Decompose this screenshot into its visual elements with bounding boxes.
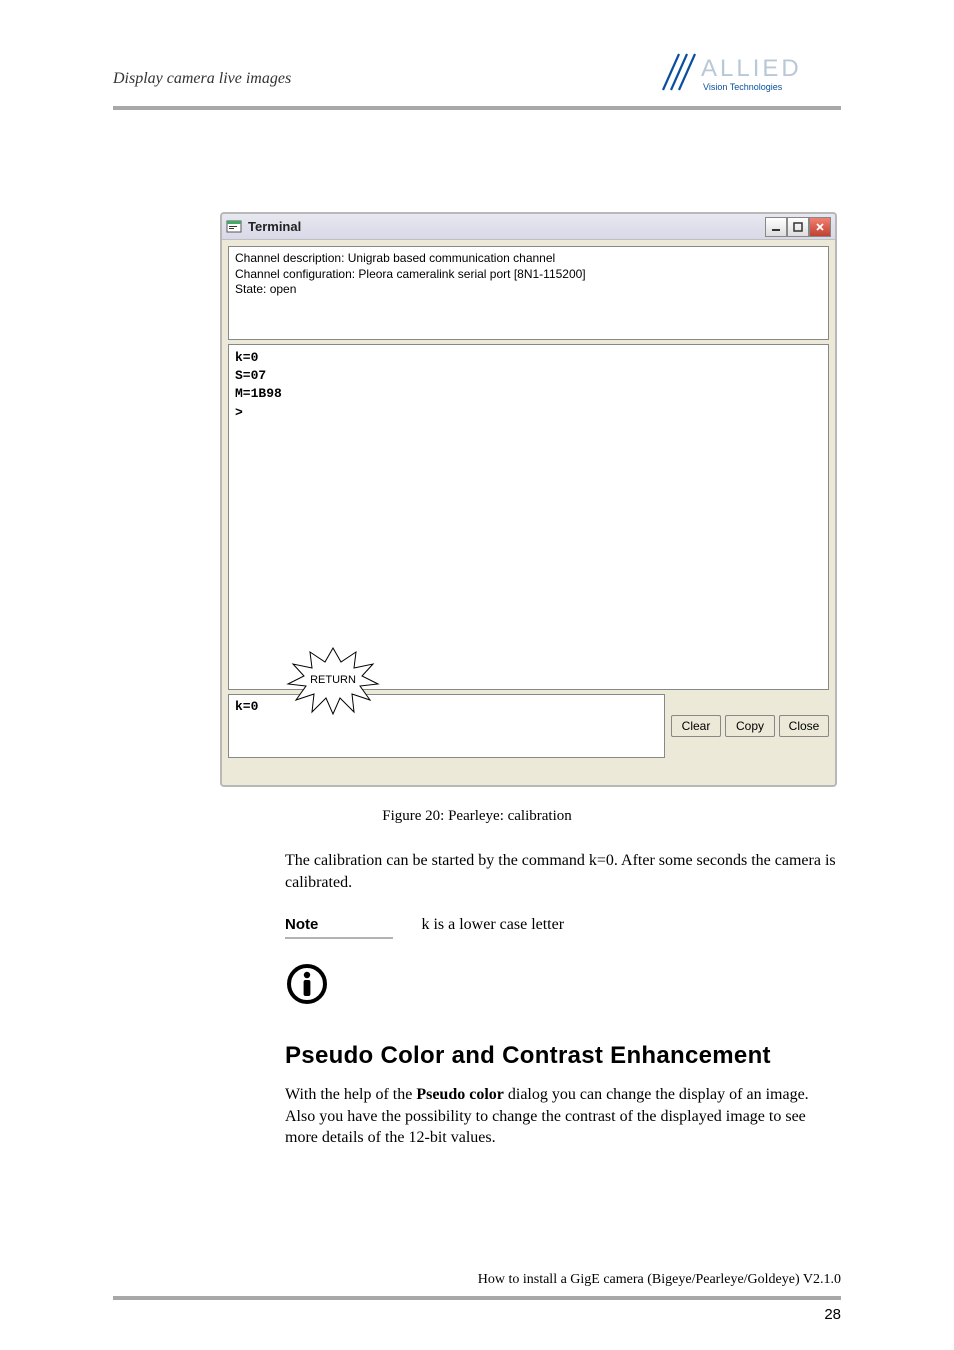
page-number: 28	[824, 1306, 841, 1323]
desc-line: State: open	[235, 282, 822, 298]
output-box: k=0 S=07 M=1B98 >	[228, 344, 829, 690]
logo-sub-text: Vision Technologies	[703, 82, 783, 92]
info-icon	[285, 962, 329, 1006]
logo-main-text: ALLIED	[701, 55, 802, 82]
minimize-button[interactable]	[765, 217, 787, 237]
window-title: Terminal	[248, 219, 301, 234]
p2-bold: Pseudo color	[416, 1086, 504, 1103]
close-window-button[interactable]	[809, 217, 831, 237]
return-label: RETURN	[310, 674, 356, 686]
note-text: k is a lower case letter	[421, 916, 564, 934]
maximize-button[interactable]	[787, 217, 809, 237]
titlebar: Terminal	[222, 214, 835, 240]
clear-button[interactable]: Clear	[671, 715, 721, 737]
section-title: Display camera live images	[113, 70, 291, 87]
footer-rule	[113, 1296, 841, 1300]
close-button[interactable]: Close	[779, 715, 829, 737]
input-value: k=0	[235, 699, 258, 714]
header-rule	[113, 106, 841, 110]
desc-line: Channel description: Unigrab based commu…	[235, 251, 822, 267]
pseudo-color-heading: Pseudo Color and Contrast Enhancement	[285, 1042, 771, 1070]
button-row: Clear Copy Close	[671, 715, 829, 737]
allied-logo: ALLIED Vision Technologies	[661, 52, 841, 92]
pseudo-color-paragraph: With the help of the Pseudo color dialog…	[285, 1084, 840, 1149]
desc-line: Channel configuration: Pleora cameralink…	[235, 267, 822, 283]
description-box: Channel description: Unigrab based commu…	[228, 246, 829, 340]
return-annotation: RETURN	[278, 640, 388, 720]
footer-line: How to install a GigE camera (Bigeye/Pea…	[113, 1272, 841, 1288]
note-head: Note	[285, 916, 393, 939]
calibration-paragraph: The calibration can be started by the co…	[285, 850, 840, 893]
figure-caption: Figure 20: Pearleye: calibration	[0, 808, 954, 825]
terminal-icon	[226, 219, 242, 235]
note-block: Note k is a lower case letter	[285, 916, 840, 939]
copy-button[interactable]: Copy	[725, 715, 775, 737]
window-controls	[765, 217, 831, 237]
p2-pre: With the help of the	[285, 1086, 416, 1103]
page-header: Display camera live images ALLIED Vision…	[113, 70, 841, 88]
